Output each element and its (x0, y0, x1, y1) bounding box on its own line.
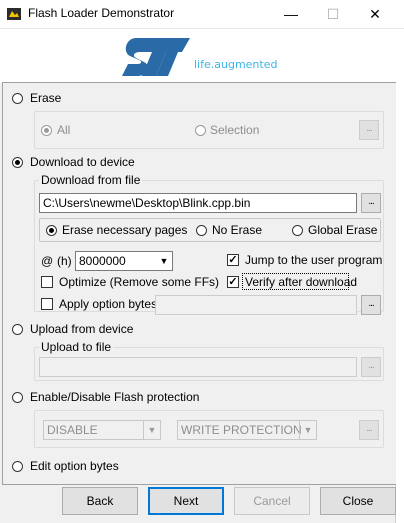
hex-label: (h) (57, 254, 72, 268)
cancel-button[interactable]: Cancel (234, 487, 310, 515)
erase-group: All Selection ... (34, 111, 384, 149)
no-erase-label: No Erase (212, 223, 263, 237)
back-button[interactable]: Back (62, 487, 138, 515)
window-title: Flash Loader Demonstrator (28, 6, 175, 20)
protection-mode-value: DISABLE (47, 423, 98, 437)
chevron-down-icon[interactable]: ▼ (299, 421, 316, 439)
options-panel: Erase All Selection ... Download to devi… (2, 82, 396, 485)
apply-option-label: Apply option bytes (59, 297, 158, 311)
upload-group-title: Upload to file (39, 340, 114, 354)
minimize-button[interactable]: — (268, 0, 314, 29)
close-button[interactable]: Close (320, 487, 396, 515)
tagline: life.augmented (194, 58, 278, 71)
protection-type-select[interactable]: WRITE PROTECTION ▼ (177, 420, 317, 440)
download-radio[interactable] (12, 157, 23, 168)
erase-necessary-label: Erase necessary pages (62, 223, 188, 237)
at-label: @ (41, 254, 54, 268)
apply-option-path[interactable] (155, 295, 357, 315)
protection-type-value: WRITE PROTECTION (181, 423, 302, 437)
close-button-label: Close (342, 494, 374, 508)
jump-checkbox[interactable]: ✓ (227, 254, 239, 266)
edit-option-label: Edit option bytes (30, 459, 119, 473)
protection-radio[interactable] (12, 392, 23, 403)
address-select[interactable]: 8000000 ▼ (75, 251, 173, 271)
protection-browse-button[interactable]: ... (359, 420, 379, 440)
erase-browse-button[interactable]: ... (359, 120, 379, 140)
verify-checkbox[interactable]: ✓ (227, 276, 239, 288)
edit-option-radio[interactable] (12, 461, 23, 472)
download-browse-button[interactable]: ... (361, 193, 381, 213)
verify-label: Verify after download (245, 275, 358, 289)
jump-label: Jump to the user program (245, 253, 383, 267)
next-button[interactable]: Next (148, 487, 224, 515)
erase-mode-group: Erase necessary pages No Erase Global Er… (39, 218, 381, 242)
app-icon (7, 8, 21, 20)
global-erase-radio[interactable] (292, 225, 303, 236)
upload-group: Upload to file ... (34, 340, 384, 381)
erase-all-label: All (57, 123, 71, 137)
dialog-client-area: life.augmented Erase All Selection ... D… (0, 29, 396, 523)
back-button-label: Back (86, 494, 114, 508)
maximize-button[interactable]: ☐ (310, 0, 356, 29)
no-erase-radio[interactable] (196, 225, 207, 236)
apply-option-checkbox[interactable] (41, 298, 53, 310)
cancel-button-label: Cancel (253, 494, 291, 508)
erase-all-radio[interactable] (41, 125, 52, 136)
protection-group: DISABLE ▼ WRITE PROTECTION ▼ ... (34, 410, 384, 448)
banner: life.augmented (0, 29, 396, 83)
optimize-label: Optimize (Remove some FFs) (59, 275, 220, 289)
download-group: Download from file C:\Users\newme\Deskto… (34, 173, 384, 315)
title-bar: Flash Loader Demonstrator — ☐ ✕ (0, 0, 404, 29)
protection-label: Enable/Disable Flash protection (30, 390, 200, 404)
upload-browse-button[interactable]: ... (361, 357, 381, 377)
erase-label: Erase (30, 91, 62, 105)
upload-label: Upload from device (30, 322, 134, 336)
address-value: 8000000 (79, 254, 126, 268)
protection-mode-select[interactable]: DISABLE ▼ (43, 420, 161, 440)
upload-radio[interactable] (12, 324, 23, 335)
erase-selection-radio[interactable] (195, 125, 206, 136)
optimize-checkbox[interactable] (41, 276, 53, 288)
erase-radio[interactable] (12, 93, 23, 104)
next-button-label: Next (173, 494, 199, 508)
download-file-path[interactable]: C:\Users\newme\Desktop\Blink.cpp.bin (39, 193, 357, 213)
download-label: Download to device (30, 155, 135, 169)
upload-file-path[interactable] (39, 357, 357, 377)
close-window-button[interactable]: ✕ (352, 0, 398, 29)
chevron-down-icon[interactable]: ▼ (143, 421, 160, 439)
st-logo (122, 38, 190, 76)
erase-necessary-radio[interactable] (46, 225, 57, 236)
erase-selection-label: Selection (210, 123, 260, 137)
download-group-title: Download from file (39, 173, 143, 187)
chevron-down-icon[interactable]: ▼ (155, 252, 172, 270)
global-erase-label: Global Erase (308, 223, 378, 237)
apply-option-browse-button[interactable]: ... (361, 295, 381, 315)
